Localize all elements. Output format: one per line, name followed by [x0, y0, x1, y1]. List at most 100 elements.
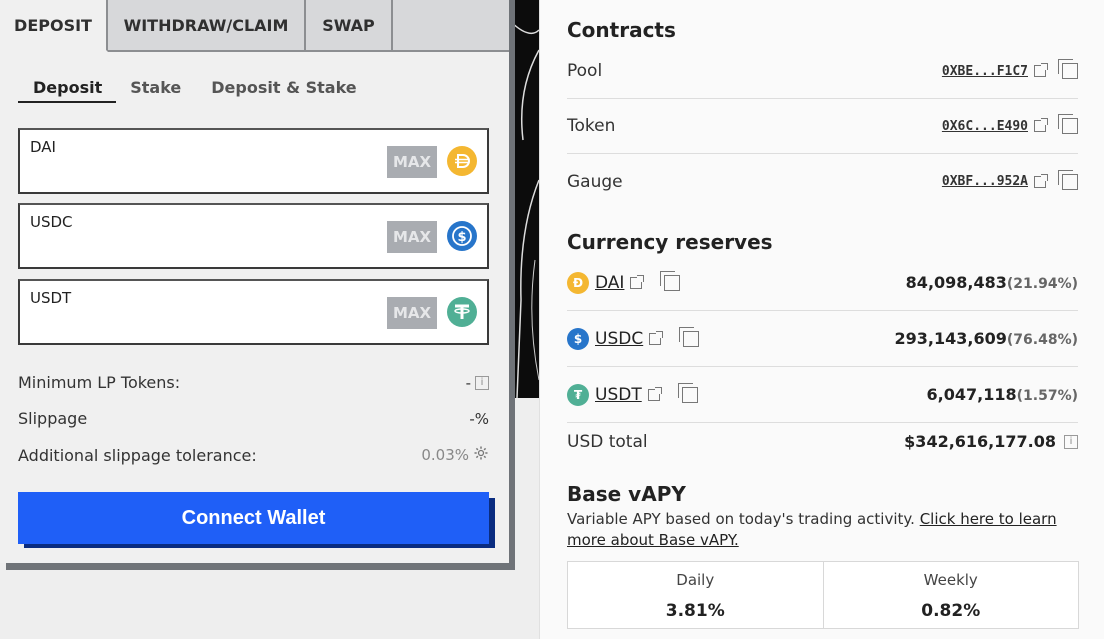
reserve-dai-link[interactable]: DAI [595, 273, 624, 293]
dai-input-field[interactable]: DAI MAX [18, 128, 489, 194]
dai-icon [447, 146, 477, 176]
contract-row-pool: Pool 0XBE...F1C7 [567, 44, 1078, 99]
vapy-weekly-label: Weekly [923, 571, 978, 589]
dai-icon: Ð [567, 272, 589, 294]
usdc-icon: $ [447, 221, 477, 251]
copy-icon[interactable] [677, 383, 698, 403]
copy-icon[interactable] [679, 327, 700, 347]
usdt-input-field[interactable]: USDT MAX [18, 279, 489, 345]
pool-address-link[interactable]: 0XBE...F1C7 [941, 63, 1048, 79]
reserve-dai-left: Ð DAI [567, 271, 681, 294]
pool-address-text: 0XBE...F1C7 [941, 63, 1028, 79]
external-link-icon[interactable] [649, 331, 664, 345]
copy-icon[interactable] [660, 271, 681, 291]
reserve-usdt-amount: 6,047,118 [926, 385, 1017, 404]
usd-total-value: $342,616,177.08 [904, 432, 1056, 451]
tab-swap[interactable]: SWAP [306, 0, 393, 50]
slippage-value: -% [469, 409, 489, 428]
contract-actions-token: 0X6C...E490 [941, 114, 1078, 134]
usd-total-label: USD total [567, 431, 648, 452]
min-lp-tokens-value: - [465, 373, 471, 392]
field-label-usdc: USDC [30, 213, 73, 231]
reserve-usdt-pct: (1.57%) [1016, 388, 1078, 404]
main-tabs: DEPOSIT WITHDRAW/CLAIM SWAP [0, 0, 509, 52]
slippage-tolerance-value: 0.03% [421, 446, 469, 464]
vapy-daily-col: Daily 3.81% [568, 562, 824, 628]
contract-actions-gauge: 0XBF...952A [941, 169, 1078, 190]
reserve-dai-amount-wrap: 84,098,483(21.94%) [906, 273, 1078, 293]
svg-text:$: $ [457, 230, 466, 245]
reserve-usdt-link[interactable]: USDT [595, 385, 642, 405]
copy-icon[interactable] [1058, 169, 1078, 190]
pool-info-panel: Contracts Pool 0XBE...F1C7 Token 0X6C...… [539, 0, 1104, 639]
reserve-usdc-link[interactable]: USDC [595, 329, 643, 349]
contracts-heading: Contracts [567, 18, 676, 42]
reserve-row-dai: Ð DAI 84,098,483(21.94%) [567, 256, 1078, 311]
tab-withdraw-claim[interactable]: WITHDRAW/CLAIM [108, 0, 306, 50]
min-lp-tokens-value-wrap: - i [466, 374, 489, 392]
token-address-link[interactable]: 0X6C...E490 [941, 118, 1048, 134]
contract-row-gauge: Gauge 0XBF...952A [567, 154, 1078, 209]
slippage-label: Slippage [18, 409, 88, 428]
subtab-deposit-and-stake[interactable]: Deposit & Stake [195, 78, 370, 103]
tab-deposit[interactable]: DEPOSIT [0, 0, 108, 52]
reserve-usdt-amount-wrap: 6,047,118(1.57%) [927, 385, 1078, 405]
gauge-address-link[interactable]: 0XBF...952A [941, 173, 1048, 189]
usd-total-value-wrap: $342,616,177.08 i [904, 432, 1078, 451]
slippage-tolerance-value-wrap[interactable]: 0.03% [421, 445, 489, 465]
external-link-icon[interactable] [630, 275, 645, 289]
vapy-weekly-col: Weekly 0.82% [824, 562, 1079, 628]
token-address-text: 0X6C...E490 [941, 118, 1028, 134]
contract-label-gauge: Gauge [567, 171, 623, 192]
reserve-usdt-left: ₮ USDT [567, 383, 698, 406]
deposit-card: DEPOSIT WITHDRAW/CLAIM SWAP Deposit Stak… [0, 0, 509, 563]
usd-total-row: USD total $342,616,177.08 i [567, 414, 1078, 469]
reserve-usdc-amount: 293,143,609 [894, 329, 1007, 348]
gear-icon[interactable] [473, 445, 489, 465]
base-vapy-desc-text: Variable APY based on today's trading ac… [567, 510, 920, 528]
reserve-dai-amount: 84,098,483 [905, 273, 1007, 292]
vapy-daily-value: 3.81% [665, 601, 725, 621]
usdt-icon [447, 297, 477, 327]
sub-tabs: Deposit Stake Deposit & Stake [18, 78, 371, 103]
connect-wallet-button[interactable]: Connect Wallet [18, 492, 489, 544]
reserve-usdc-pct: (76.48%) [1006, 332, 1078, 348]
vapy-daily-label: Daily [676, 571, 715, 589]
max-button-usdc[interactable]: MAX [387, 221, 437, 253]
vapy-weekly-value: 0.82% [921, 601, 981, 621]
reserve-usdc-amount-wrap: 293,143,609(76.48%) [895, 329, 1078, 349]
contract-label-pool: Pool [567, 61, 603, 81]
subtab-stake[interactable]: Stake [116, 78, 195, 103]
external-link-icon [1034, 118, 1048, 132]
max-button-dai[interactable]: MAX [387, 146, 437, 178]
external-link-icon[interactable] [647, 387, 662, 401]
reserve-dai-pct: (21.94%) [1006, 276, 1078, 292]
base-vapy-description: Variable APY based on today's trading ac… [567, 509, 1077, 551]
contract-row-token: Token 0X6C...E490 [567, 99, 1078, 154]
info-icon[interactable]: i [475, 375, 489, 390]
usdc-icon: $ [567, 328, 589, 350]
usdc-input-field[interactable]: USDC MAX $ [18, 203, 489, 269]
field-label-dai: DAI [30, 138, 56, 156]
currency-reserves-heading: Currency reserves [567, 230, 773, 254]
min-lp-tokens-label: Minimum LP Tokens: [18, 373, 181, 392]
vapy-table: Daily 3.81% Weekly 0.82% [567, 561, 1079, 629]
external-link-icon [1034, 173, 1048, 188]
info-icon[interactable]: i [1064, 434, 1078, 449]
subtab-deposit[interactable]: Deposit [18, 78, 117, 103]
field-label-usdt: USDT [30, 289, 72, 307]
copy-icon[interactable] [1058, 59, 1078, 79]
min-lp-tokens-row: Minimum LP Tokens: - i [18, 373, 489, 392]
slippage-tolerance-row: Additional slippage tolerance: 0.03% [18, 445, 489, 465]
max-button-usdt[interactable]: MAX [387, 297, 437, 329]
tabs-filler [393, 0, 509, 50]
copy-icon[interactable] [1058, 114, 1078, 134]
gauge-address-text: 0XBF...952A [941, 174, 1028, 189]
external-link-icon [1034, 63, 1048, 77]
contract-actions-pool: 0XBE...F1C7 [941, 59, 1078, 79]
slippage-row: Slippage -% [18, 409, 489, 428]
contract-label-token: Token [567, 116, 616, 136]
reserve-row-usdc: $ USDC 293,143,609(76.48%) [567, 312, 1078, 367]
slippage-tolerance-label: Additional slippage tolerance: [18, 445, 257, 465]
reserve-usdc-left: $ USDC [567, 327, 700, 350]
